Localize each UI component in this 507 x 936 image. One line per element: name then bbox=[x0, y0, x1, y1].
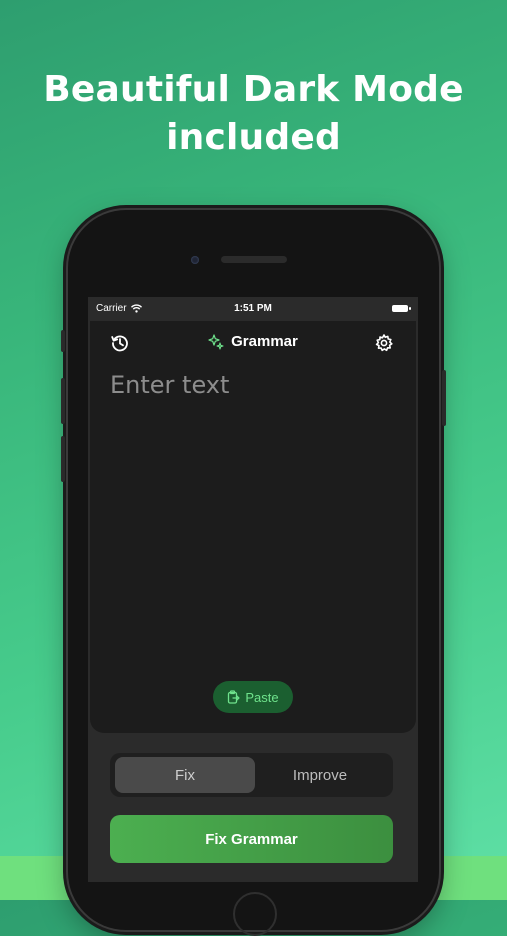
mute-switch bbox=[61, 330, 65, 352]
power-button bbox=[442, 370, 446, 426]
segment-fix[interactable]: Fix bbox=[115, 757, 255, 793]
nav-bar: Grammar bbox=[90, 321, 416, 365]
clipboard-icon bbox=[228, 690, 240, 704]
headline-line-2: included bbox=[166, 117, 341, 158]
battery-icon bbox=[392, 305, 411, 312]
editor-card: Grammar Enter text Paste bbox=[90, 321, 416, 733]
status-bar: Carrier 1:51 PM bbox=[88, 297, 418, 321]
headline-line-1: Beautiful Dark Mode bbox=[43, 69, 464, 110]
home-button bbox=[233, 892, 277, 936]
phone-screen: Carrier 1:51 PM Grammar Enter text Paste… bbox=[88, 297, 418, 882]
app-title: Grammar bbox=[231, 333, 298, 350]
segment-improve[interactable]: Improve bbox=[250, 757, 390, 793]
earpiece-speaker bbox=[221, 256, 287, 263]
phone-frame: Carrier 1:51 PM Grammar Enter text Paste… bbox=[61, 210, 446, 936]
marketing-headline: Beautiful Dark Mode included bbox=[0, 66, 507, 162]
volume-down-button bbox=[61, 436, 65, 482]
paste-button[interactable]: Paste bbox=[213, 681, 293, 713]
status-time: 1:51 PM bbox=[234, 303, 272, 314]
mode-segmented-control: Fix Improve bbox=[110, 753, 393, 797]
sparkles-icon bbox=[208, 333, 224, 350]
settings-button[interactable] bbox=[372, 331, 396, 355]
volume-up-button bbox=[61, 378, 65, 424]
front-camera bbox=[191, 256, 199, 264]
paste-label: Paste bbox=[245, 689, 279, 705]
text-input[interactable]: Enter text bbox=[110, 371, 400, 671]
fix-grammar-button[interactable]: Fix Grammar bbox=[110, 815, 393, 863]
gear-icon bbox=[375, 334, 393, 352]
nav-title-group: Grammar bbox=[90, 333, 416, 350]
